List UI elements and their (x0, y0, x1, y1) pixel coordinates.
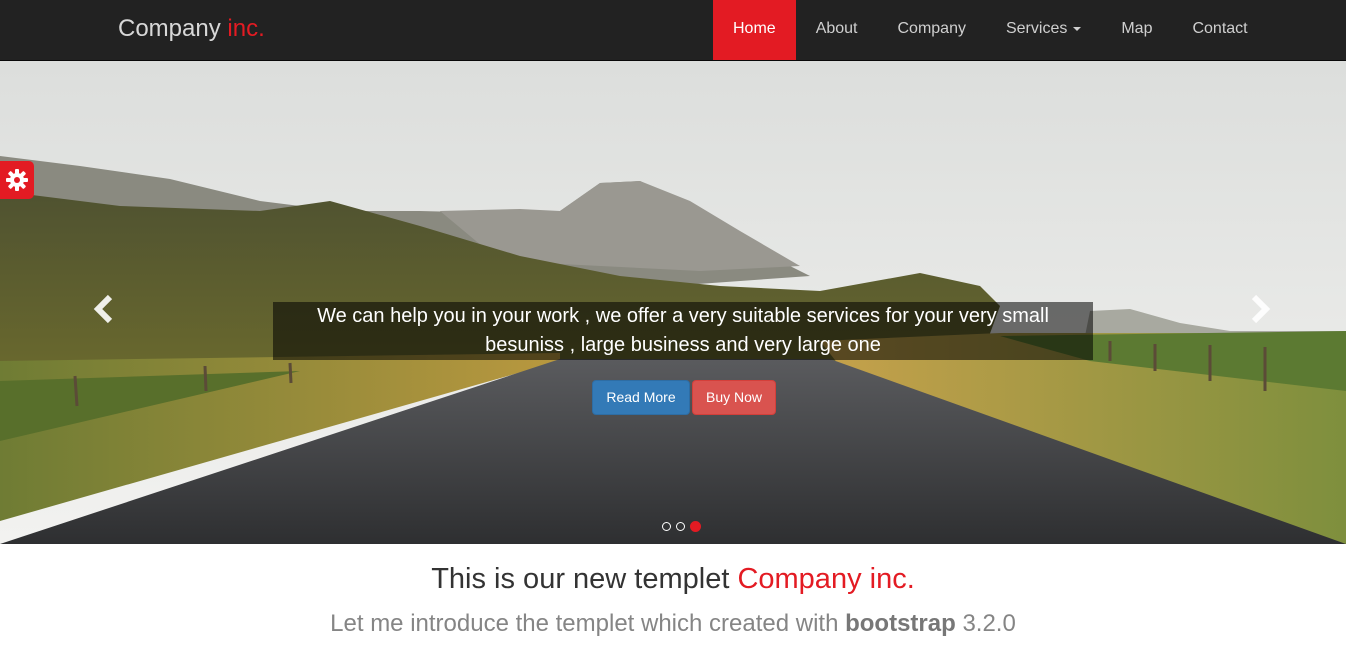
caret-down-icon (1073, 26, 1082, 31)
chevron-left-icon (93, 294, 113, 324)
brand-accent-text: inc. (227, 15, 265, 42)
nav-item-map[interactable]: Map (1101, 0, 1172, 60)
nav-item-company[interactable]: Company (878, 0, 986, 60)
carousel-indicators (662, 521, 701, 532)
carousel-indicator-3[interactable] (690, 521, 701, 532)
intro-subtitle: Let me introduce the templet which creat… (0, 610, 1346, 638)
intro-subtitle-bold: bootstrap (845, 610, 956, 637)
intro-subtitle-before: Let me introduce the templet which creat… (330, 610, 839, 637)
settings-button[interactable] (0, 161, 34, 199)
nav-item-services[interactable]: Services (986, 0, 1101, 60)
brand-main-text: Company (118, 15, 221, 42)
intro-title: This is our new templet Company inc. (0, 563, 1346, 596)
carousel-indicator-2[interactable] (676, 522, 685, 531)
buy-now-button[interactable]: Buy Now (692, 380, 776, 415)
intro-title-main: This is our new templet (431, 563, 730, 595)
read-more-button[interactable]: Read More (592, 380, 690, 415)
nav-item-contact[interactable]: Contact (1172, 0, 1267, 60)
caption-text: We can help you in your work , we offer … (317, 305, 1049, 356)
carousel-indicator-1[interactable] (662, 522, 671, 531)
carousel-prev-button[interactable] (84, 289, 124, 329)
navbar: Company inc. Home About Company Services… (0, 0, 1346, 61)
hero-carousel: We can help you in your work , we offer … (0, 61, 1346, 544)
intro-subtitle-after: 3.2.0 (962, 610, 1016, 637)
carousel-caption: We can help you in your work , we offer … (273, 302, 1093, 360)
intro-title-accent: Company inc. (737, 563, 915, 595)
carousel-next-button[interactable] (1240, 289, 1280, 329)
main-nav: Home About Company Services Map Contact (713, 0, 1268, 60)
gear-icon (6, 169, 28, 191)
nav-item-home[interactable]: Home (713, 0, 796, 60)
nav-item-about[interactable]: About (796, 0, 878, 60)
chevron-right-icon (1251, 294, 1271, 324)
brand-logo[interactable]: Company inc. (118, 15, 265, 43)
